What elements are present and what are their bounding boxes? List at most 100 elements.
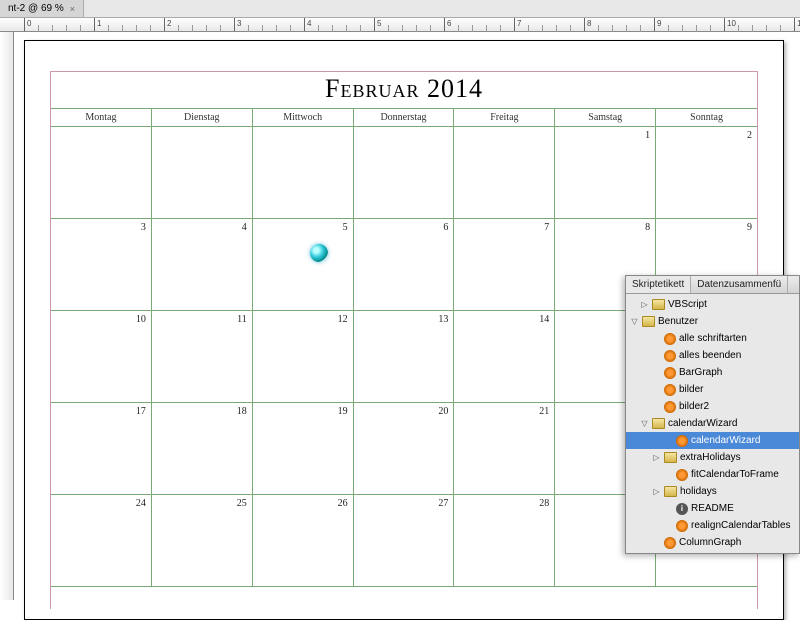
folder-icon	[652, 299, 665, 310]
tree-item-label: calendarWizard	[691, 435, 760, 446]
tree-item[interactable]: calendarWizard	[626, 415, 799, 432]
calendar-date-number: 4	[242, 222, 247, 233]
calendar-date-number: 14	[539, 314, 549, 325]
calendar-day-header: Mittwoch	[253, 109, 354, 126]
calendar-cell: 28	[454, 495, 555, 587]
calendar-date-number: 17	[136, 406, 146, 417]
tree-item[interactable]: ColumnGraph	[626, 534, 799, 551]
calendar-date-number: 19	[338, 406, 348, 417]
busy-spinner-icon	[310, 244, 328, 262]
script-icon	[664, 401, 676, 413]
tree-item-label: holidays	[680, 486, 717, 497]
chevron-right-icon[interactable]	[640, 300, 649, 309]
ruler-tick: 4	[304, 18, 305, 31]
scripts-panel[interactable]: Skriptetikett Datenzusammenfü VBScript Be…	[625, 275, 800, 554]
chevron-right-icon[interactable]	[652, 487, 661, 496]
folder-icon	[642, 316, 655, 327]
tree-item[interactable]: BarGraph	[626, 364, 799, 381]
calendar-cell: 14	[454, 311, 555, 403]
calendar-date-number: 8	[645, 222, 650, 233]
calendar-cell: 1	[555, 127, 656, 219]
tree-item[interactable]: fitCalendarToFrame	[626, 466, 799, 483]
calendar-day-header: Sonntag	[656, 109, 757, 126]
tree-item-label: alle schriftarten	[679, 333, 747, 344]
ruler-tick: 1	[94, 18, 95, 31]
ruler-tick: 5	[374, 18, 375, 31]
calendar-cell: 12	[253, 311, 354, 403]
tree-item[interactable]: holidays	[626, 483, 799, 500]
calendar-cell: 19	[253, 403, 354, 495]
calendar-day-header: Donnerstag	[354, 109, 455, 126]
calendar-cell: 24	[51, 495, 152, 587]
script-icon	[664, 367, 676, 379]
document-tab[interactable]: nt-2 @ 69 % ×	[0, 0, 84, 17]
calendar-cell: 3	[51, 219, 152, 311]
tree-item[interactable]: bilder2	[626, 398, 799, 415]
ruler-tick: 0	[24, 18, 25, 31]
calendar-cell: 10	[51, 311, 152, 403]
folder-icon	[664, 452, 677, 463]
tree-item-label: fitCalendarToFrame	[691, 469, 779, 480]
script-icon	[676, 469, 688, 481]
calendar-date-number: 18	[237, 406, 247, 417]
chevron-down-icon[interactable]	[640, 419, 649, 428]
tree-item-label: Benutzer	[658, 316, 698, 327]
calendar-cell: 2	[656, 127, 757, 219]
ruler-tick: 10	[724, 18, 725, 31]
tree-item-label: calendarWizard	[668, 418, 737, 429]
calendar-cell: 25	[152, 495, 253, 587]
panel-tab-bar: Skriptetikett Datenzusammenfü	[626, 276, 799, 294]
calendar-date-number: 9	[747, 222, 752, 233]
calendar-date-number: 20	[438, 406, 448, 417]
close-icon[interactable]: ×	[70, 4, 75, 14]
chevron-down-icon[interactable]	[630, 317, 639, 326]
tree-item-label: bilder	[679, 384, 703, 395]
tree-item-label: alles beenden	[679, 350, 741, 361]
info-icon: i	[676, 503, 688, 515]
calendar-date-number: 12	[338, 314, 348, 325]
tab-skriptetikett[interactable]: Skriptetikett	[626, 276, 691, 293]
calendar-date-number: 11	[237, 314, 247, 325]
tree-item[interactable]: VBScript	[626, 296, 799, 313]
chevron-right-icon[interactable]	[652, 453, 661, 462]
ruler-tick: 3	[234, 18, 235, 31]
calendar-date-number: 13	[438, 314, 448, 325]
tree-item[interactable]: realignCalendarTables	[626, 517, 799, 534]
calendar-date-number: 5	[343, 222, 348, 233]
calendar-cell: 13	[354, 311, 455, 403]
calendar-day-header: Dienstag	[152, 109, 253, 126]
calendar-date-number: 25	[237, 498, 247, 509]
calendar-cell: 11	[152, 311, 253, 403]
calendar-cell: 17	[51, 403, 152, 495]
ruler-tick: 11	[794, 18, 795, 31]
tree-item[interactable]: alle schriftarten	[626, 330, 799, 347]
ruler-tick: 8	[584, 18, 585, 31]
calendar-title: Februar 2014	[51, 72, 757, 108]
ruler-tick: 6	[444, 18, 445, 31]
tree-item[interactable]: extraHolidays	[626, 449, 799, 466]
folder-icon	[664, 486, 677, 497]
tree-item[interactable]: Benutzer	[626, 313, 799, 330]
calendar-date-number: 24	[136, 498, 146, 509]
calendar-cell: 26	[253, 495, 354, 587]
script-icon	[664, 350, 676, 362]
script-icon	[676, 520, 688, 532]
tree-item-label: BarGraph	[679, 367, 722, 378]
tree-item-label: VBScript	[668, 299, 707, 310]
calendar-cell	[354, 127, 455, 219]
calendar-day-header: Samstag	[555, 109, 656, 126]
calendar-cell: 6	[354, 219, 455, 311]
script-icon	[664, 384, 676, 396]
tab-datenzusammenfuehrung[interactable]: Datenzusammenfü	[691, 276, 788, 293]
script-icon	[664, 333, 676, 345]
tree-item[interactable]: iREADME	[626, 500, 799, 517]
calendar-day-header: Freitag	[454, 109, 555, 126]
calendar-cell	[454, 127, 555, 219]
calendar-cell: 18	[152, 403, 253, 495]
horizontal-ruler: 01234567891011	[0, 18, 800, 32]
tree-item-label: README	[691, 503, 734, 514]
calendar-day-header: Montag	[51, 109, 152, 126]
tree-item[interactable]: calendarWizard	[626, 432, 799, 449]
tree-item[interactable]: bilder	[626, 381, 799, 398]
tree-item[interactable]: alles beenden	[626, 347, 799, 364]
